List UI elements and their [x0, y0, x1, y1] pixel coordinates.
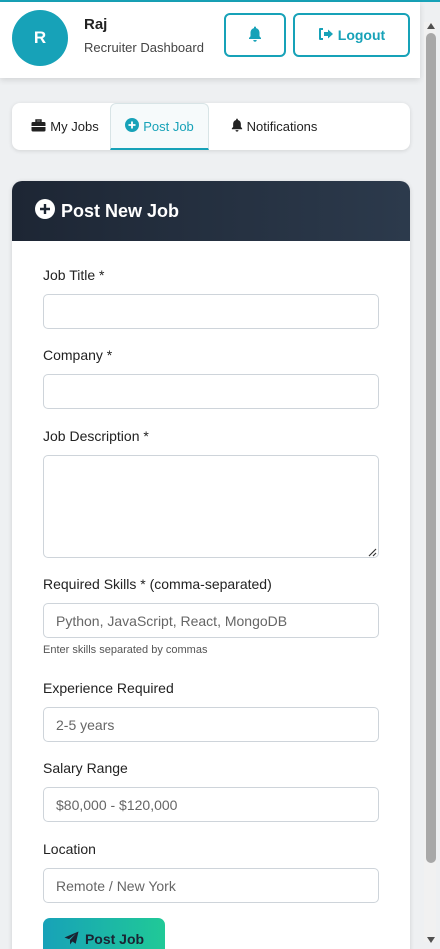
tab-label: Post Job — [143, 118, 194, 134]
experience-input[interactable] — [43, 707, 379, 742]
post-job-card: Post New Job Job Title * Company * Job D… — [12, 181, 410, 949]
user-name: Raj — [84, 16, 108, 33]
logout-button[interactable]: Logout — [293, 13, 410, 57]
card-header: Post New Job — [12, 181, 410, 241]
skills-input[interactable] — [43, 603, 379, 638]
app-header: R Raj Recruiter Dashboard Logout — [0, 2, 420, 78]
sign-out-icon — [318, 27, 334, 44]
tab-notifications[interactable]: Notifications — [217, 103, 331, 150]
card-title: Post New Job — [61, 200, 180, 221]
tab-post-job[interactable]: Post Job — [110, 103, 209, 150]
notifications-button[interactable] — [224, 13, 286, 57]
bell-icon — [248, 26, 262, 45]
resize-grip-icon[interactable] — [367, 544, 377, 557]
tab-label: Notifications — [246, 119, 318, 134]
tab-my-jobs[interactable]: My Jobs — [18, 103, 112, 150]
plus-circle-icon — [125, 117, 140, 135]
job-description-textarea[interactable] — [43, 455, 379, 558]
bell-icon — [231, 118, 243, 135]
dashboard-tabs: My Jobs Post Job Notifications — [12, 103, 410, 150]
job-title-input[interactable] — [43, 294, 379, 329]
company-label: Company * — [43, 347, 113, 363]
logout-label: Logout — [337, 27, 386, 43]
post-job-button[interactable]: Post Job — [43, 918, 165, 949]
briefcase-icon — [31, 118, 46, 135]
avatar: R — [12, 10, 68, 66]
scroll-down-icon[interactable] — [427, 936, 435, 944]
user-role: Recruiter Dashboard — [84, 40, 204, 55]
location-label: Location — [43, 841, 96, 857]
job-title-label: Job Title * — [43, 267, 105, 283]
job-description-label: Job Description * — [43, 428, 149, 444]
location-input[interactable] — [43, 868, 379, 903]
company-input[interactable] — [43, 374, 379, 409]
scrollbar-thumb[interactable] — [426, 33, 436, 863]
plus-circle-icon — [35, 198, 55, 224]
salary-input[interactable] — [43, 787, 379, 822]
scroll-up-icon[interactable] — [427, 22, 435, 30]
post-job-label: Post Job — [84, 931, 145, 947]
salary-label: Salary Range — [43, 760, 128, 776]
skills-label: Required Skills * (comma-separated) — [43, 576, 272, 592]
skills-help-text: Enter skills separated by commas — [43, 644, 208, 656]
paper-plane-icon — [64, 931, 79, 948]
tab-label: My Jobs — [50, 119, 99, 134]
experience-label: Experience Required — [43, 680, 174, 696]
